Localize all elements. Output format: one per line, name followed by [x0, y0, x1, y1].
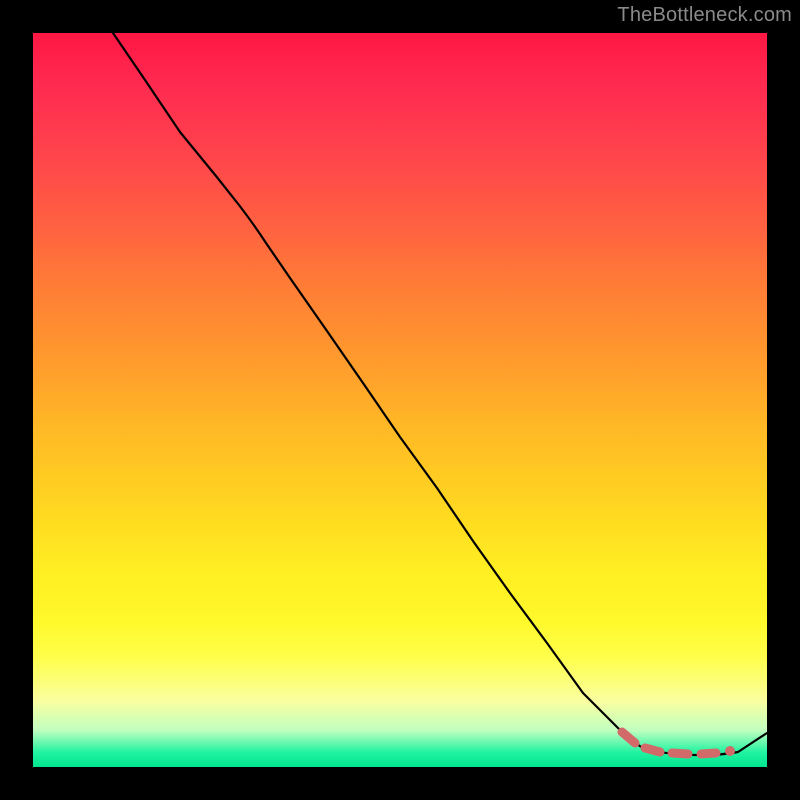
chart-stage: { "watermark": "TheBottleneck.com", "col… — [0, 0, 800, 800]
curve-line — [113, 33, 767, 755]
highlight-end-dot — [725, 746, 735, 756]
chart-overlay — [33, 33, 767, 767]
watermark-text: TheBottleneck.com — [617, 4, 792, 27]
highlight-dashes — [622, 732, 735, 756]
